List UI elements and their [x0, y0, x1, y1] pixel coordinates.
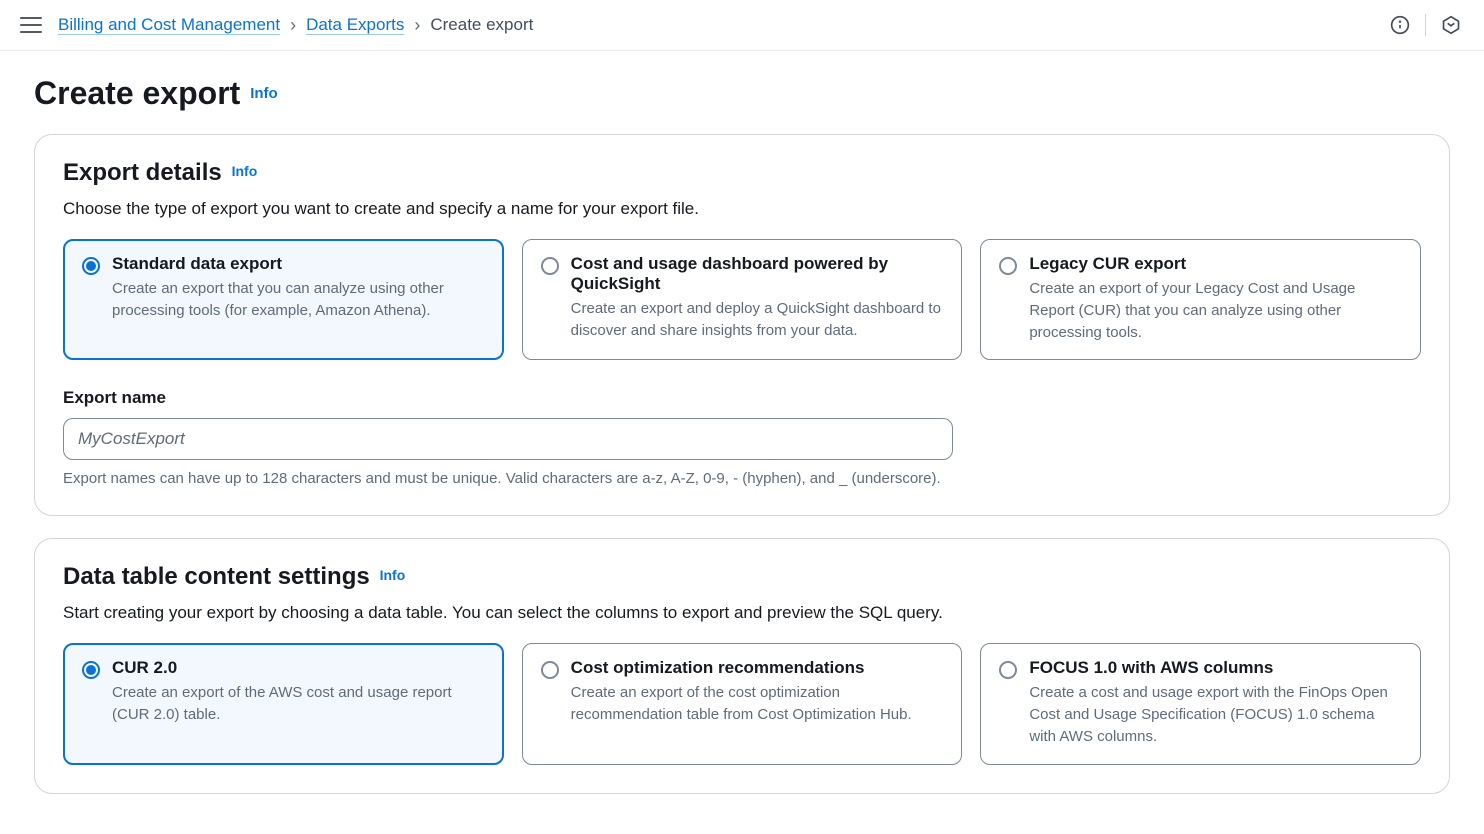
export-details-info-link[interactable]: Info [232, 163, 258, 179]
breadcrumb-current: Create export [430, 15, 533, 35]
info-icon[interactable] [1387, 12, 1413, 38]
menu-icon[interactable] [20, 17, 42, 33]
tile-cost-optimization[interactable]: Cost optimization recommendations Create… [522, 643, 963, 764]
divider [1425, 14, 1426, 36]
tile-desc: Create an export of the AWS cost and usa… [112, 682, 485, 726]
tile-desc: Create a cost and usage export with the … [1029, 682, 1402, 747]
main-content: Create export Info Export details Info C… [0, 51, 1484, 834]
breadcrumb: Billing and Cost Management › Data Expor… [58, 15, 533, 35]
radio-icon [82, 257, 100, 275]
tile-quicksight-dashboard[interactable]: Cost and usage dashboard powered by Quic… [522, 239, 963, 360]
tile-title: FOCUS 1.0 with AWS columns [1029, 658, 1402, 678]
page-title: Create export [34, 75, 240, 112]
tile-desc: Create an export of your Legacy Cost and… [1029, 278, 1402, 343]
breadcrumb-link-billing[interactable]: Billing and Cost Management [58, 15, 280, 35]
chevron-right-icon: › [290, 16, 296, 34]
radio-icon [541, 257, 559, 275]
export-type-tiles: Standard data export Create an export th… [63, 239, 1421, 360]
export-details-heading: Export details [63, 159, 222, 187]
export-name-label: Export name [63, 388, 1421, 408]
radio-icon [82, 661, 100, 679]
topbar: Billing and Cost Management › Data Expor… [0, 0, 1484, 51]
data-table-panel: Data table content settings Info Start c… [34, 538, 1450, 793]
tile-title: Legacy CUR export [1029, 254, 1402, 274]
breadcrumb-link-data-exports[interactable]: Data Exports [306, 15, 404, 35]
data-table-heading: Data table content settings [63, 563, 370, 591]
tile-title: CUR 2.0 [112, 658, 485, 678]
tile-focus[interactable]: FOCUS 1.0 with AWS columns Create a cost… [980, 643, 1421, 764]
tile-title: Cost and usage dashboard powered by Quic… [571, 254, 944, 294]
page-info-link[interactable]: Info [250, 85, 278, 102]
data-table-info-link[interactable]: Info [380, 567, 406, 583]
tile-title: Standard data export [112, 254, 485, 274]
tile-cur-2[interactable]: CUR 2.0 Create an export of the AWS cost… [63, 643, 504, 764]
tile-desc: Create an export that you can analyze us… [112, 278, 485, 322]
radio-icon [999, 257, 1017, 275]
hex-icon[interactable] [1438, 12, 1464, 38]
data-table-tiles: CUR 2.0 Create an export of the AWS cost… [63, 643, 1421, 764]
data-table-desc: Start creating your export by choosing a… [63, 603, 1421, 623]
topbar-actions [1387, 12, 1464, 38]
tile-standard-export[interactable]: Standard data export Create an export th… [63, 239, 504, 360]
export-name-hint: Export names can have up to 128 characte… [63, 470, 1421, 487]
export-name-input[interactable] [63, 418, 953, 460]
page-header: Create export Info [34, 75, 1450, 112]
export-details-panel: Export details Info Choose the type of e… [34, 134, 1450, 516]
tile-desc: Create an export and deploy a QuickSight… [571, 298, 944, 342]
tile-legacy-cur[interactable]: Legacy CUR export Create an export of yo… [980, 239, 1421, 360]
export-details-desc: Choose the type of export you want to cr… [63, 199, 1421, 219]
tile-desc: Create an export of the cost optimizatio… [571, 682, 944, 726]
radio-icon [999, 661, 1017, 679]
radio-icon [541, 661, 559, 679]
chevron-right-icon: › [414, 16, 420, 34]
tile-title: Cost optimization recommendations [571, 658, 944, 678]
